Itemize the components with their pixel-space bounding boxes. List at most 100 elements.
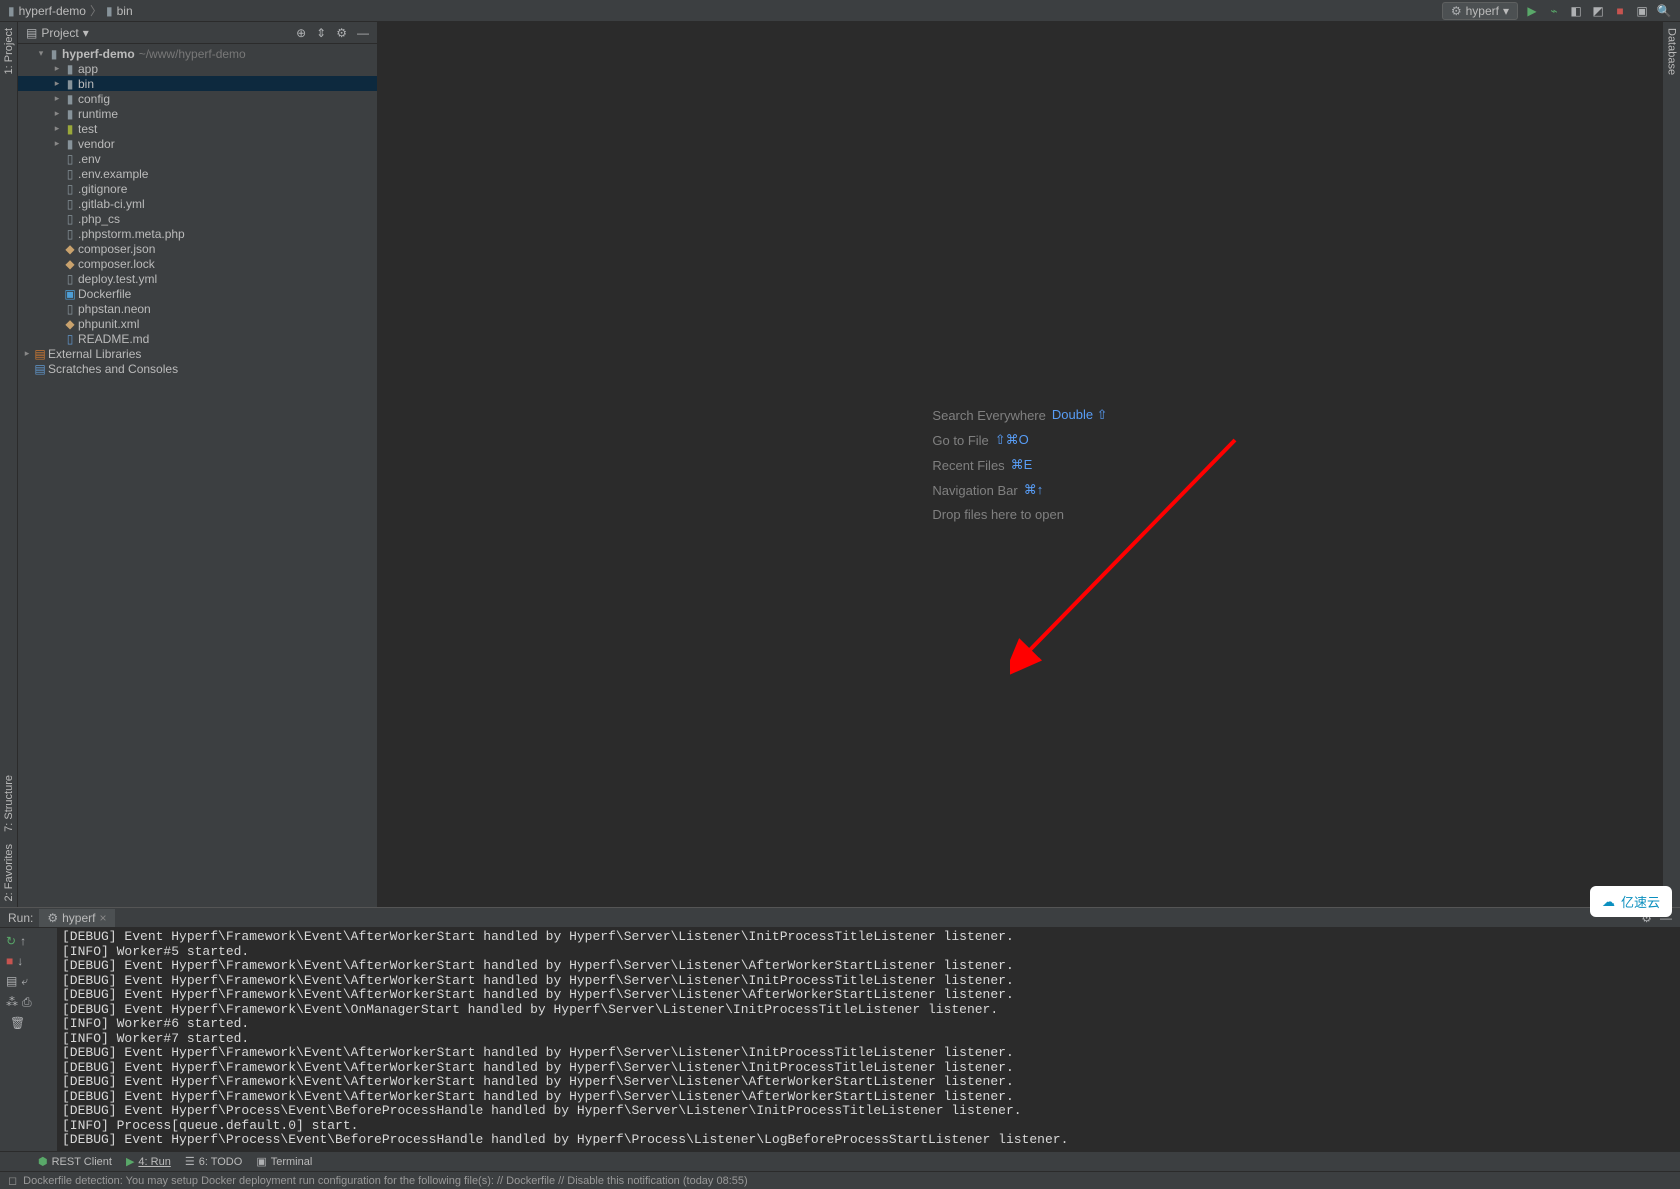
project-panel-title[interactable]: Project	[41, 26, 78, 40]
tree-root[interactable]: ▾ ▮ hyperf-demo ~/www/hyperf-demo	[18, 46, 377, 61]
hint-goto-file: Go to File ⇧⌘O	[932, 432, 1107, 448]
file-icon: ▯	[62, 152, 78, 166]
folder-icon: ▮	[62, 92, 78, 106]
folder-icon: ▮	[62, 62, 78, 76]
status-icon[interactable]: ◻	[8, 1174, 17, 1187]
hint-drop-files: Drop files here to open	[932, 507, 1107, 522]
breadcrumb[interactable]: ▮ hyperf-demo 〉 ▮ bin	[8, 2, 133, 19]
project-icon: ▤	[26, 26, 37, 40]
tree-file[interactable]: ▯.phpstorm.meta.php	[18, 226, 377, 241]
tab-run[interactable]: ▶4: Run	[126, 1155, 171, 1168]
project-tree[interactable]: ▾ ▮ hyperf-demo ~/www/hyperf-demo ▸▮app …	[18, 44, 377, 907]
titlebar: ▮ hyperf-demo 〉 ▮ bin ⚙ hyperf ▾ ▶ ⌁ ◧ ◩…	[0, 0, 1680, 22]
run-panel: Run: ⚙ hyperf × ⚙ — ↻↑ ■↓ ▤⤶ ⁂⎙ 🗑 [DEBUG…	[0, 907, 1680, 1151]
tree-scratches[interactable]: ▤Scratches and Consoles	[18, 361, 377, 376]
folder-icon: ▮	[106, 4, 113, 18]
right-gutter: Database	[1662, 22, 1680, 907]
layout-button[interactable]: ▤	[6, 974, 17, 989]
print-button[interactable]: ⎙	[22, 995, 32, 1010]
stop-button[interactable]: ■	[6, 954, 13, 968]
folder-icon: ▮	[62, 77, 78, 91]
tree-dir-app[interactable]: ▸▮app	[18, 61, 377, 76]
tree-file[interactable]: ▣Dockerfile	[18, 286, 377, 301]
tab-rest-client[interactable]: ⬢REST Client	[38, 1155, 112, 1168]
tree-file[interactable]: ▯deploy.test.yml	[18, 271, 377, 286]
tree-file[interactable]: ◆phpunit.xml	[18, 316, 377, 331]
play-icon: ▶	[126, 1155, 134, 1168]
breadcrumb-separator: 〉	[90, 2, 102, 19]
rerun-button[interactable]: ↻	[6, 934, 16, 948]
tree-file[interactable]: ◆composer.lock	[18, 256, 377, 271]
tree-file[interactable]: ▯README.md	[18, 331, 377, 346]
tree-dir-runtime[interactable]: ▸▮runtime	[18, 106, 377, 121]
run-tab[interactable]: ⚙ hyperf ×	[39, 909, 114, 927]
database-tool-button[interactable]: Database	[1666, 22, 1678, 81]
expand-icon[interactable]: ▸	[52, 78, 62, 89]
expand-icon[interactable]: ▸	[22, 348, 32, 359]
pin-button[interactable]: ⁂	[6, 995, 18, 1010]
file-icon: ▯	[62, 302, 78, 316]
expand-icon[interactable]: ▸	[52, 108, 62, 119]
down-button[interactable]: ↓	[17, 954, 23, 968]
layout-button[interactable]: ▣	[1634, 3, 1650, 19]
chevron-down-icon[interactable]: ▾	[83, 26, 89, 40]
chevron-down-icon: ▾	[1503, 4, 1509, 18]
expand-icon[interactable]: ▸	[52, 123, 62, 134]
rest-icon: ⬢	[38, 1155, 48, 1168]
wrap-button[interactable]: ⤶	[21, 974, 28, 989]
tab-todo[interactable]: ☰6: TODO	[185, 1155, 242, 1168]
expand-icon[interactable]: ▾	[36, 48, 46, 59]
folder-icon: ▮	[8, 4, 15, 18]
breadcrumb-child[interactable]: bin	[117, 4, 133, 18]
stop-button[interactable]: ■	[1612, 3, 1628, 19]
trash-button[interactable]: 🗑	[10, 1016, 25, 1030]
hint-search-everywhere: Search Everywhere Double ⇧	[932, 407, 1107, 423]
breadcrumb-root[interactable]: hyperf-demo	[19, 4, 86, 18]
locate-icon[interactable]: ⊕	[296, 26, 306, 40]
coverage-button[interactable]: ◧	[1568, 3, 1584, 19]
tree-file[interactable]: ◆composer.json	[18, 241, 377, 256]
status-bar: ◻ Dockerfile detection: You may setup Do…	[0, 1171, 1680, 1189]
folder-icon: ▮	[62, 107, 78, 121]
project-tool-button[interactable]: 1: Project	[3, 22, 15, 80]
editor-empty-state[interactable]: Search Everywhere Double ⇧ Go to File ⇧⌘…	[378, 22, 1662, 907]
tree-dir-test[interactable]: ▸▮test	[18, 121, 377, 136]
search-button[interactable]: 🔍	[1656, 3, 1672, 19]
tree-file[interactable]: ▯.php_cs	[18, 211, 377, 226]
tree-root-path: ~/www/hyperf-demo	[139, 47, 246, 61]
json-icon: ◆	[62, 257, 78, 271]
gear-icon[interactable]: ⚙	[336, 26, 347, 40]
console-output[interactable]: [DEBUG] Event Hyperf\Framework\Event\Aft…	[58, 928, 1680, 1151]
tab-terminal[interactable]: ▣Terminal	[256, 1155, 312, 1168]
tree-file[interactable]: ▯.gitignore	[18, 181, 377, 196]
tree-external-libs[interactable]: ▸▤External Libraries	[18, 346, 377, 361]
json-icon: ◆	[62, 242, 78, 256]
hammer-icon: ⚙	[1451, 4, 1462, 18]
tree-dir-bin[interactable]: ▸▮bin	[18, 76, 377, 91]
hint-recent-files: Recent Files ⌘E	[932, 457, 1107, 473]
expand-icon[interactable]: ▸	[52, 93, 62, 104]
run-config-selector[interactable]: ⚙ hyperf ▾	[1442, 2, 1518, 20]
project-panel-header: ▤ Project ▾ ⊕ ⇕ ⚙ —	[18, 22, 377, 44]
tree-file[interactable]: ▯.gitlab-ci.yml	[18, 196, 377, 211]
expand-icon[interactable]: ▸	[52, 63, 62, 74]
up-button[interactable]: ↑	[20, 934, 26, 948]
run-button[interactable]: ▶	[1524, 3, 1540, 19]
structure-tool-button[interactable]: 7: Structure	[3, 769, 15, 838]
expand-icon[interactable]: ▸	[52, 138, 62, 149]
file-icon: ▯	[62, 167, 78, 181]
collapse-icon[interactable]: ⇕	[316, 26, 326, 40]
favorites-tool-button[interactable]: 2: Favorites	[3, 838, 15, 907]
tree-dir-vendor[interactable]: ▸▮vendor	[18, 136, 377, 151]
close-icon[interactable]: ×	[99, 911, 106, 925]
profiler-button[interactable]: ◩	[1590, 3, 1606, 19]
terminal-icon: ▣	[256, 1155, 266, 1168]
tree-file[interactable]: ▯phpstan.neon	[18, 301, 377, 316]
status-message[interactable]: Dockerfile detection: You may setup Dock…	[23, 1175, 748, 1187]
cloud-icon: ☁	[1602, 894, 1615, 910]
debug-button[interactable]: ⌁	[1546, 3, 1562, 19]
tree-dir-config[interactable]: ▸▮config	[18, 91, 377, 106]
tree-file[interactable]: ▯.env.example	[18, 166, 377, 181]
tree-file[interactable]: ▯.env	[18, 151, 377, 166]
hide-icon[interactable]: —	[357, 26, 369, 40]
